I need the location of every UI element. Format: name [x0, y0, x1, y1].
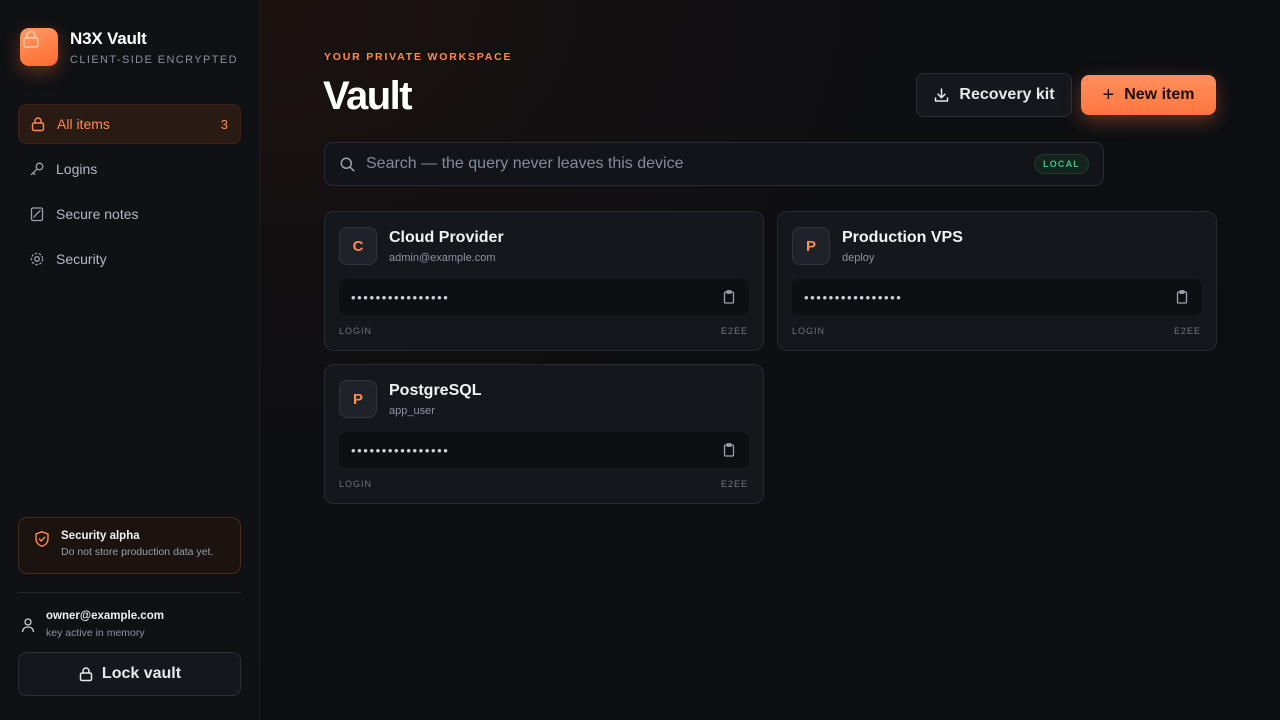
user-email: owner@example.com — [46, 610, 164, 622]
sidebar-item-logins[interactable]: Logins — [18, 149, 241, 189]
lock-vault-label: Lock vault — [101, 665, 182, 682]
item-name: Production VPS — [842, 229, 963, 246]
download-icon — [935, 87, 949, 102]
encryption-label: E2EE — [720, 326, 748, 336]
app-subtitle: CLIENT-SIDE ENCRYPTED — [70, 53, 238, 66]
masked-secret: •••••••••••••••• — [351, 442, 450, 458]
item-type: LOGIN — [339, 326, 373, 336]
security-alert: Security alpha Do not store production d… — [18, 517, 241, 574]
item-count: 3 — [220, 116, 228, 132]
app: N3X Vault CLIENT-SIDE ENCRYPTED All item… — [0, 0, 1280, 720]
sidebar-item-label: Security — [56, 251, 107, 267]
vault-item-card[interactable]: P Production VPS deploy ••••••••••••••••… — [777, 211, 1217, 351]
page-title: Vault — [323, 74, 413, 118]
item-avatar: P — [339, 380, 377, 418]
masked-secret: •••••••••••••••• — [351, 289, 450, 305]
sidebar: N3X Vault CLIENT-SIDE ENCRYPTED All item… — [0, 0, 260, 720]
shield-icon — [35, 531, 49, 548]
gear-icon — [28, 250, 46, 268]
sidebar-item-label: Logins — [56, 161, 98, 177]
search-input[interactable] — [366, 155, 1034, 173]
secret-field: •••••••••••••••• — [339, 279, 749, 315]
item-avatar: P — [792, 227, 830, 265]
masked-secret: •••••••••••••••• — [804, 289, 903, 305]
vault-item-card[interactable]: P PostgreSQL app_user •••••••••••••••• L… — [324, 364, 764, 504]
item-type: LOGIN — [792, 326, 826, 336]
item-username: deploy — [842, 252, 875, 264]
item-username: admin@example.com — [389, 252, 496, 264]
new-item-label: New item — [1124, 86, 1195, 103]
alert-title: Security alpha — [61, 530, 140, 542]
brand-logo — [20, 28, 58, 66]
local-badge: LOCAL — [1034, 154, 1089, 174]
clipboard-icon[interactable] — [1174, 289, 1190, 305]
item-username: app_user — [389, 405, 435, 417]
user-info: owner@example.com key active in memory — [20, 610, 164, 639]
new-item-button[interactable]: + New item — [1081, 75, 1216, 115]
sidebar-item-all-items[interactable]: All items 3 — [18, 104, 241, 144]
lock-vault-button[interactable]: Lock vault — [18, 652, 241, 696]
lock-icon — [23, 30, 39, 48]
search-icon — [340, 157, 355, 172]
page-eyebrow: YOUR PRIVATE WORKSPACE — [324, 51, 513, 63]
search-bar: LOCAL — [324, 142, 1104, 186]
user-icon — [21, 617, 35, 632]
encryption-label: E2EE — [1173, 326, 1201, 336]
lock-icon — [79, 667, 93, 682]
alert-description: Do not store production data yet. — [61, 546, 214, 558]
encryption-label: E2EE — [720, 479, 748, 489]
item-avatar: C — [339, 227, 377, 265]
clipboard-icon[interactable] — [721, 442, 737, 458]
secret-field: •••••••••••••••• — [792, 279, 1202, 315]
secret-field: •••••••••••••••• — [339, 432, 749, 468]
note-icon — [28, 205, 46, 223]
item-name: PostgreSQL — [389, 382, 482, 399]
app-name: N3X Vault — [70, 28, 147, 48]
item-name: Cloud Provider — [389, 229, 504, 246]
divider — [18, 592, 241, 593]
vault-item-card[interactable]: C Cloud Provider admin@example.com •••••… — [324, 211, 764, 351]
clipboard-icon[interactable] — [721, 289, 737, 305]
sidebar-nav: All items 3 Logins Secure notes Security — [18, 104, 241, 284]
lock-icon — [29, 115, 47, 133]
recovery-kit-button[interactable]: Recovery kit — [916, 73, 1072, 117]
sidebar-item-label: Secure notes — [56, 206, 139, 222]
sidebar-item-label: All items — [57, 116, 110, 132]
main-content: YOUR PRIVATE WORKSPACE Vault Recovery ki… — [260, 0, 1280, 720]
recovery-kit-label: Recovery kit — [959, 86, 1055, 103]
sidebar-item-secure-notes[interactable]: Secure notes — [18, 194, 241, 234]
brand: N3X Vault CLIENT-SIDE ENCRYPTED — [20, 28, 238, 66]
sidebar-item-security[interactable]: Security — [18, 239, 241, 279]
key-status: key active in memory — [46, 627, 145, 639]
item-type: LOGIN — [339, 479, 373, 489]
plus-icon: + — [1102, 84, 1115, 106]
key-icon — [28, 160, 46, 178]
